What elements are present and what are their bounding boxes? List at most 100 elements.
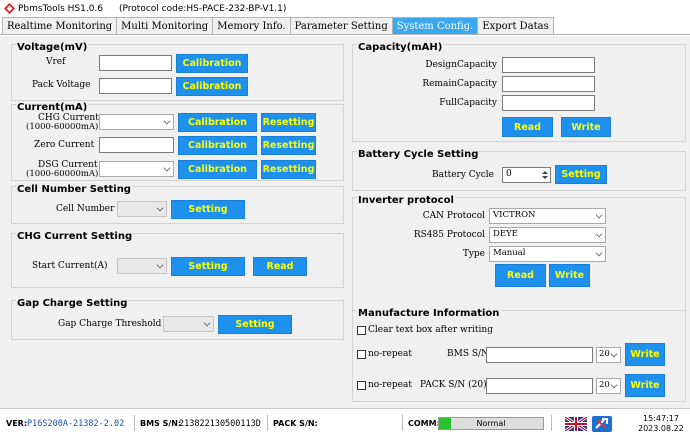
cell-number-setting-button[interactable]: Setting [171,200,245,219]
inverter-protocol-group-title: Inverter protocol [357,195,455,206]
date-text: 2023.08.22 [638,424,684,433]
voltage-group: Voltage(mV) Vref Calibration Pack Voltag… [11,42,344,101]
tab-memory-info[interactable]: Memory Info. [212,17,291,34]
capacity-group: Capacity(mAH) DesignCapacity RemainCapac… [352,42,686,142]
spin-up-icon[interactable] [542,171,548,174]
english-flag-icon[interactable] [565,417,587,431]
tab-parameter-setting[interactable]: Parameter Setting [289,17,393,34]
chg-current-setting-button[interactable]: Setting [171,257,245,276]
chg-current-select[interactable] [99,114,174,130]
bms-sn-status-label: BMS S/N: [140,419,182,428]
bms-sn-length-select[interactable]: 20 [596,347,621,363]
type-select[interactable]: Manual [489,246,606,262]
chevron-down-icon [163,117,171,125]
can-protocol-label: CAN Protocol [422,211,485,221]
bms-no-repeat-checkbox[interactable] [357,350,366,359]
vref-input[interactable] [99,55,172,71]
comm-label: COMM: [408,419,440,428]
pack-voltage-calibration-button[interactable]: Calibration [176,77,248,96]
bms-sn-label: BMS S/N [447,349,489,359]
pack-sn-write-button[interactable]: Write [625,374,665,397]
tab-system-config[interactable]: System Config. [391,17,479,34]
settings-tool-icon[interactable] [592,416,612,432]
chg-current-range-label: (1000-60000mA) [26,122,99,132]
current-group: Current(mA) CHG Current (1000-60000mA) C… [11,102,344,181]
bms-sn-input[interactable] [486,347,593,363]
zero-current-label: Zero Current [34,140,95,150]
chg-current-setting-group-title: CHG Current Setting [16,231,134,242]
pack-sn-length-select[interactable]: 20 [596,378,621,394]
gap-charge-threshold-select[interactable] [163,316,214,332]
dsg-resetting-button[interactable]: Resetting [261,160,316,179]
design-capacity-input[interactable] [502,57,595,73]
battery-cycle-setting-button[interactable]: Setting [555,165,607,184]
current-group-title: Current(mA) [16,102,89,113]
type-value: Manual [493,248,526,258]
ver-label: VER: [6,419,28,428]
rs485-protocol-select[interactable]: DEYE [489,227,606,243]
comm-status-value: Normal [476,419,506,428]
manufacture-info-group-title: Manufacture Information [357,308,501,319]
cell-number-select[interactable] [117,201,167,217]
bms-sn-status-value: 213822130500113D [179,419,261,429]
bms-sn-length-value: 20 [599,349,610,359]
battery-cycle-group-title: Battery Cycle Setting [357,149,480,160]
battery-cycle-value: 0 [506,169,512,179]
tab-bar: Realtime Monitoring Multi Monitoring Mem… [0,17,690,35]
vref-calibration-button[interactable]: Calibration [176,54,248,73]
tab-realtime-monitoring[interactable]: Realtime Monitoring [2,17,118,34]
inverter-write-button[interactable]: Write [549,264,590,287]
rs485-protocol-value: DEYE [493,229,518,239]
vref-label: Vref [46,57,66,67]
zero-current-input[interactable] [99,137,174,153]
chg-current-read-button[interactable]: Read [253,257,307,276]
cell-number-group-title: Cell Number Setting [16,184,132,195]
system-config-panel: Voltage(mV) Vref Calibration Pack Voltag… [0,36,690,408]
zero-calibration-button[interactable]: Calibration [178,136,257,155]
pack-voltage-label: Pack Voltage [32,80,91,90]
cell-number-group: Cell Number Setting Cell Number Setting [11,184,344,224]
battery-cycle-group: Battery Cycle Setting Battery Cycle 0 Se… [352,149,686,191]
inverter-read-button[interactable]: Read [495,264,546,287]
dsg-current-select[interactable] [99,161,174,177]
capacity-read-button[interactable]: Read [502,117,553,137]
manufacture-info-group: Manufacture Information Clear text box a… [352,308,686,402]
dsg-calibration-button[interactable]: Calibration [178,160,257,179]
pack-no-repeat-checkbox[interactable] [357,381,366,390]
full-capacity-input[interactable] [502,95,595,111]
pack-sn-input[interactable] [486,378,593,394]
remain-capacity-input[interactable] [502,76,595,92]
can-protocol-select[interactable]: VICTRON [489,208,606,224]
chevron-down-icon [595,249,603,257]
clear-after-writing-label: Clear text box after writing [368,325,493,335]
gap-charge-setting-button[interactable]: Setting [218,315,292,334]
chg-resetting-button[interactable]: Resetting [261,113,316,132]
type-label: Type [462,249,485,259]
battery-cycle-label: Battery Cycle [432,170,495,180]
battery-cycle-spinner[interactable]: 0 [502,167,551,183]
gap-charge-group-title: Gap Charge Setting [16,298,129,309]
cell-number-label: Cell Number [56,204,115,214]
dsg-current-range-label: (1000-60000mA) [26,169,99,179]
title-bar: PbmsTools HS1.0.6 (Protocol code:HS-PACE… [0,0,690,17]
pack-voltage-input[interactable] [99,78,172,94]
chevron-down-icon [156,261,164,269]
start-current-select[interactable] [117,258,167,274]
spin-down-icon[interactable] [542,176,548,179]
status-divider [402,415,403,431]
protocol-code: (Protocol code:HS-PACE-232-BP-V1.1) [119,3,287,14]
chg-calibration-button[interactable]: Calibration [178,113,257,132]
chevron-down-icon [203,319,211,327]
pack-sn-label: PACK S/N (20) [420,380,487,390]
pack-no-repeat-label: no-repeat [368,380,412,390]
capacity-write-button[interactable]: Write [561,117,611,137]
tab-export-datas[interactable]: Export Datas [477,17,554,34]
clear-after-writing-checkbox[interactable] [357,326,366,335]
can-protocol-value: VICTRON [493,210,536,220]
gap-charge-threshold-label: Gap Charge Threshold [58,319,162,329]
full-capacity-label: FullCapacity [439,98,497,108]
ver-value: P16S200A-21382-2.02 [27,419,125,429]
zero-resetting-button[interactable]: Resetting [261,136,316,155]
bms-sn-write-button[interactable]: Write [625,343,665,366]
tab-multi-monitoring[interactable]: Multi Monitoring [116,17,214,34]
